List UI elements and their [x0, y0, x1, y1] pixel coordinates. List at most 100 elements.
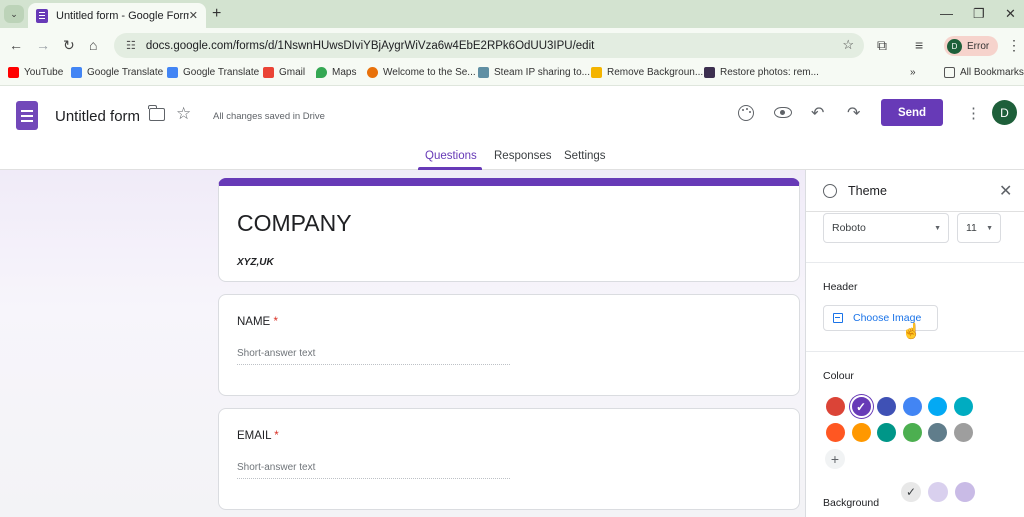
question-title: NAME *: [237, 316, 278, 328]
all-bookmarks[interactable]: All Bookmarks: [944, 67, 1024, 78]
tab-responses[interactable]: Responses: [494, 150, 552, 162]
send-button[interactable]: Send: [881, 99, 943, 126]
colour-swatch[interactable]: [826, 397, 845, 416]
bookmarks-overflow-icon[interactable]: »: [910, 67, 916, 78]
colour-swatch[interactable]: [928, 397, 947, 416]
colour-section-label: Colour: [823, 370, 854, 382]
required-mark: *: [273, 316, 278, 328]
back-icon[interactable]: ←: [9, 37, 23, 53]
reload-icon[interactable]: ↻: [63, 37, 75, 54]
url-text: docs.google.com/forms/d/1NswnHUwsDIviYBj…: [145, 39, 595, 52]
bookmark-item[interactable]: Welcome to the Se...: [367, 67, 476, 78]
chrome-menu-icon[interactable]: ⋮: [1007, 37, 1021, 54]
bookmark-star-icon[interactable]: ☆: [842, 37, 854, 53]
bookmark-item[interactable]: YouTube: [8, 67, 63, 78]
gmail-icon: [263, 67, 274, 78]
bookmark-item[interactable]: Maps: [316, 67, 356, 78]
browser-tab[interactable]: Untitled form - Google Forms ✕: [28, 3, 206, 28]
profile-status: Error: [967, 40, 990, 52]
answer-underline: [237, 364, 510, 365]
youtube-icon: [8, 67, 19, 78]
browser-tab-strip: ⌄ Untitled form - Google Forms ✕ + — ❐ ✕: [0, 0, 1024, 28]
font-select[interactable]: Roboto ▼: [823, 213, 949, 243]
window-close-icon[interactable]: ✕: [1005, 6, 1016, 22]
remove-bg-icon: [591, 67, 602, 78]
form-heading[interactable]: COMPANY: [237, 210, 352, 237]
colour-swatch[interactable]: [902, 422, 922, 442]
image-icon: [833, 313, 843, 323]
maps-icon: [316, 67, 327, 78]
colour-swatch[interactable]: [953, 422, 973, 442]
media-controls-icon[interactable]: ≡: [915, 37, 923, 53]
home-icon[interactable]: ⌂: [89, 37, 97, 53]
restore-icon[interactable]: ❐: [973, 6, 985, 22]
save-status: All changes saved in Drive: [213, 111, 325, 122]
forward-icon[interactable]: →: [36, 37, 50, 53]
browser-toolbar: ← → ↻ ⌂ ☷ docs.google.com/forms/d/1NswnH…: [0, 28, 1024, 62]
colour-swatch[interactable]: [826, 422, 845, 442]
tab-close-icon[interactable]: ✕: [189, 9, 198, 22]
google-forms-logo-icon[interactable]: [16, 101, 38, 130]
colour-swatch[interactable]: [851, 422, 871, 442]
address-bar[interactable]: ☷ docs.google.com/forms/d/1NswnHUwsDIviY…: [114, 33, 864, 58]
site-icon: [367, 67, 378, 78]
colour-swatch[interactable]: [953, 397, 973, 416]
redo-icon[interactable]: ↷: [847, 103, 860, 123]
question-card-name[interactable]: NAME * Short-answer text: [218, 294, 800, 396]
bookmark-item[interactable]: Restore photos: rem...: [704, 67, 819, 78]
new-tab-icon[interactable]: +: [212, 5, 221, 23]
colour-swatch[interactable]: [877, 422, 896, 442]
close-icon[interactable]: ✕: [999, 181, 1012, 201]
star-icon[interactable]: ☆: [176, 104, 191, 124]
forms-favicon-icon: [36, 8, 48, 23]
divider: [806, 262, 1024, 263]
colour-swatch[interactable]: [928, 422, 947, 442]
extensions-icon[interactable]: ⧉: [877, 37, 887, 54]
font-size-select[interactable]: 11 ▼: [957, 213, 1001, 243]
colour-swatch-selected[interactable]: [849, 395, 873, 418]
form-canvas: COMPANY XYZ,UK NAME * Short-answer text …: [0, 170, 805, 517]
profile-button[interactable]: D Error: [944, 36, 998, 56]
question-card-email[interactable]: EMAIL * Short-answer text: [218, 408, 800, 510]
bookmark-item[interactable]: Gmail: [263, 67, 305, 78]
short-answer-placeholder: Short-answer text: [237, 462, 316, 473]
forms-header: Untitled form ☆ All changes saved in Dri…: [0, 86, 1024, 170]
restore-photos-icon: [704, 67, 715, 78]
form-description[interactable]: XYZ,UK: [237, 257, 274, 268]
steam-icon: [478, 67, 489, 78]
browser-tab-title: Untitled form - Google Forms: [56, 9, 189, 22]
tab-questions[interactable]: Questions: [425, 150, 477, 162]
divider: [806, 351, 1024, 352]
tab-settings[interactable]: Settings: [564, 150, 606, 162]
question-title: EMAIL *: [237, 430, 279, 442]
profile-avatar: D: [947, 38, 962, 54]
form-title-card[interactable]: COMPANY XYZ,UK: [218, 178, 800, 282]
background-swatch[interactable]: [928, 482, 948, 502]
background-swatch[interactable]: [955, 482, 975, 502]
colour-swatch[interactable]: [877, 397, 896, 416]
mouse-cursor-icon: ☝: [902, 323, 921, 340]
account-avatar[interactable]: D: [992, 100, 1017, 125]
preview-eye-icon[interactable]: [774, 107, 792, 118]
bookmark-item[interactable]: Google Translate: [167, 67, 259, 78]
more-options-icon[interactable]: ⋮: [966, 104, 981, 122]
palette-icon: [823, 184, 837, 198]
move-to-folder-icon[interactable]: [148, 105, 165, 121]
minimize-icon[interactable]: —: [940, 6, 953, 21]
bookmark-item[interactable]: Remove Backgroun...: [591, 67, 703, 78]
site-settings-icon[interactable]: ☷: [126, 39, 136, 52]
dropdown-caret-icon: ▼: [934, 225, 941, 232]
bookmark-item[interactable]: Steam IP sharing to...: [478, 67, 590, 78]
background-section-label: Background: [823, 497, 880, 509]
background-swatch-selected[interactable]: ✓: [901, 482, 921, 502]
tab-search-chevron-icon[interactable]: ⌄: [4, 5, 24, 23]
add-custom-colour-icon[interactable]: +: [825, 449, 845, 469]
form-title-input[interactable]: Untitled form: [55, 108, 140, 125]
answer-underline: [237, 478, 510, 479]
header-section-label: Header: [823, 281, 858, 293]
undo-icon[interactable]: ↶: [811, 103, 824, 123]
palette-icon[interactable]: [738, 105, 754, 121]
bookmark-item[interactable]: Google Translate: [71, 67, 163, 78]
colour-swatch[interactable]: [902, 397, 922, 416]
dropdown-caret-icon: ▼: [986, 225, 993, 232]
